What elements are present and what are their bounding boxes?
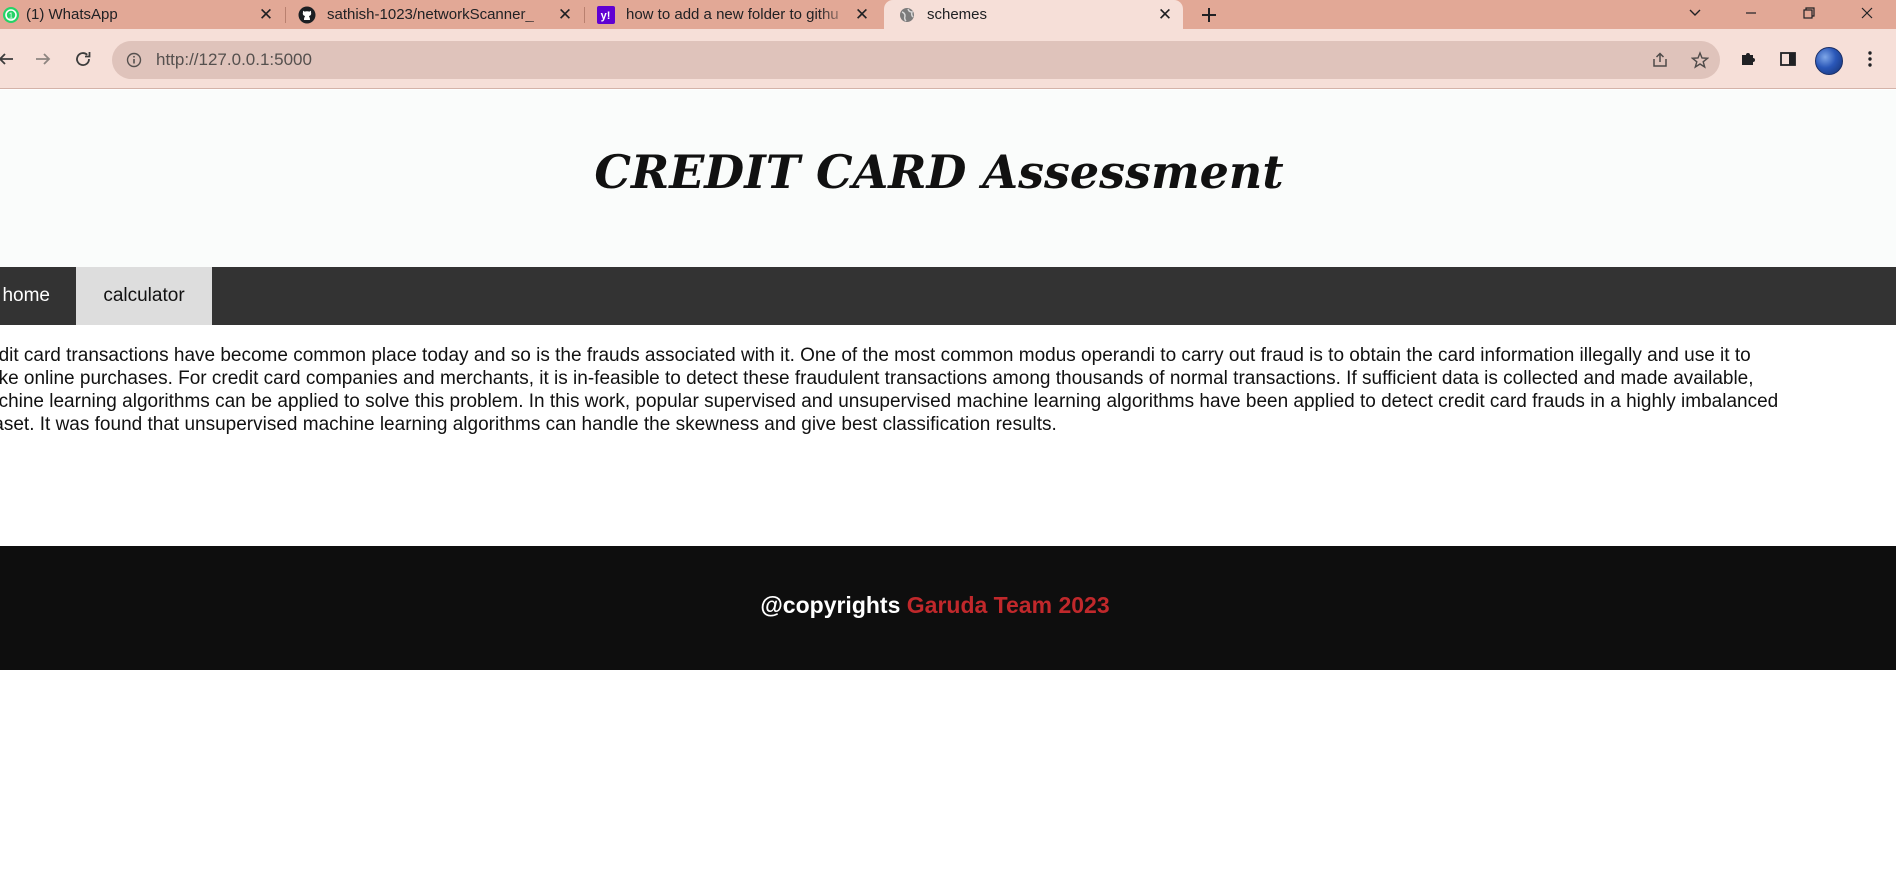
minimize-button[interactable] bbox=[1728, 0, 1774, 26]
copyright-brand: Garuda Team 2023 bbox=[906, 592, 1110, 618]
site-info-icon[interactable] bbox=[125, 51, 143, 69]
close-window-button[interactable] bbox=[1844, 0, 1890, 26]
tab-search-chevron-icon[interactable] bbox=[1672, 0, 1718, 26]
whatsapp-icon: 1 bbox=[2, 6, 20, 24]
tab-title: sathish-1023/networkScanner_ bbox=[327, 6, 534, 23]
tab-separator bbox=[285, 7, 286, 23]
more-menu-icon[interactable] bbox=[1856, 45, 1884, 73]
copyright-prefix: @copyrights bbox=[760, 592, 901, 618]
extensions-puzzle-icon[interactable] bbox=[1734, 45, 1762, 73]
close-tab-icon[interactable]: ✕ bbox=[1155, 5, 1175, 25]
globe-icon bbox=[898, 6, 916, 24]
nav-bar: home calculator bbox=[0, 267, 1896, 325]
tab-separator bbox=[584, 7, 585, 23]
tab-title: schemes bbox=[927, 6, 988, 23]
copyright-text: @copyrights Garuda Team 2023 bbox=[0, 592, 1870, 619]
nav-calculator-link[interactable]: calculator bbox=[76, 267, 212, 325]
side-panel-icon[interactable] bbox=[1774, 45, 1802, 73]
tab-title: how to add a new folder to githu bbox=[626, 6, 839, 23]
paragraph-line: edit card transactions have become commo… bbox=[0, 345, 1751, 366]
page-footer: @copyrights Garuda Team 2023 bbox=[0, 546, 1896, 670]
nav-home-link[interactable]: home bbox=[0, 267, 76, 325]
restore-button[interactable] bbox=[1786, 0, 1832, 26]
profile-avatar[interactable] bbox=[1815, 47, 1843, 75]
address-bar[interactable]: http://127.0.0.1:5000 bbox=[112, 41, 1720, 79]
page-title: CREDIT CARD Assessment bbox=[594, 145, 1284, 199]
yahoo-icon: y! bbox=[597, 5, 615, 24]
reload-button[interactable] bbox=[69, 45, 97, 73]
svg-text:y!: y! bbox=[601, 10, 611, 22]
tab-title: (1) WhatsApp bbox=[26, 6, 118, 23]
paragraph-line: taset. It was found that unsupervised ma… bbox=[0, 414, 1057, 435]
svg-text:1: 1 bbox=[9, 11, 14, 20]
close-tab-icon[interactable]: ✕ bbox=[852, 5, 872, 25]
paragraph-line: ake online purchases. For credit card co… bbox=[0, 368, 1754, 389]
tab-yahoo[interactable]: y! how to add a new folder to githu ✕ bbox=[597, 0, 880, 29]
bookmark-star-icon[interactable] bbox=[1690, 50, 1710, 70]
tab-whatsapp[interactable]: 1 (1) WhatsApp ✕ bbox=[0, 0, 284, 29]
nav-home-label: home bbox=[2, 285, 50, 306]
web-page: CREDIT CARD Assessment home calculator e… bbox=[0, 90, 1896, 895]
close-tab-icon[interactable]: ✕ bbox=[256, 5, 276, 25]
tab-github[interactable]: sathish-1023/networkScanner_ ✕ bbox=[298, 0, 583, 29]
tab-schemes[interactable]: schemes ✕ bbox=[884, 0, 1183, 29]
share-icon[interactable] bbox=[1650, 50, 1670, 70]
github-icon bbox=[298, 6, 316, 24]
browser-toolbar: http://127.0.0.1:5000 bbox=[0, 29, 1896, 89]
forward-button[interactable] bbox=[29, 45, 57, 73]
tab-strip: 1 (1) WhatsApp ✕ sathish-1023/networkSca… bbox=[0, 0, 1896, 29]
nav-calculator-label: calculator bbox=[103, 285, 185, 306]
new-tab-button[interactable] bbox=[1196, 2, 1222, 28]
paragraph-line: achine learning algorithms can be applie… bbox=[0, 391, 1779, 412]
url-text[interactable]: http://127.0.0.1:5000 bbox=[156, 50, 312, 70]
intro-paragraph: edit card transactions have become commo… bbox=[0, 344, 1888, 436]
page-header: CREDIT CARD Assessment bbox=[0, 90, 1896, 267]
back-button[interactable] bbox=[0, 45, 20, 73]
close-tab-icon[interactable]: ✕ bbox=[555, 5, 575, 25]
